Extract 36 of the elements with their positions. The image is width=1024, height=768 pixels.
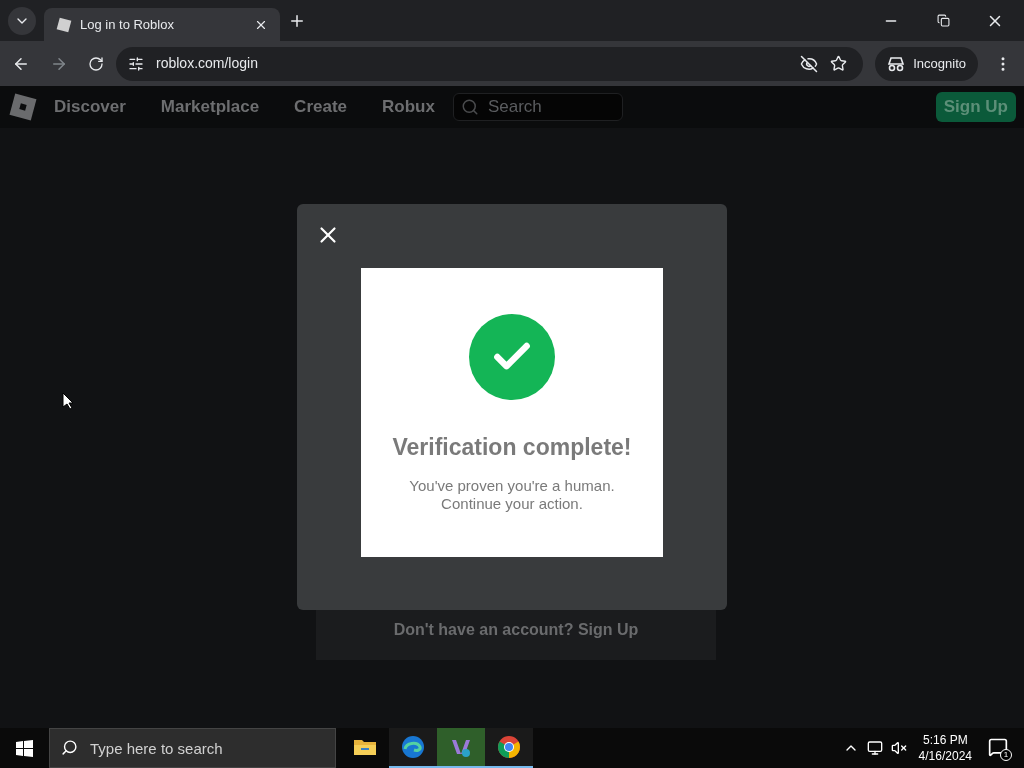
reload-icon[interactable]: [88, 55, 104, 72]
search-icon: [460, 98, 479, 116]
verification-title: Verification complete!: [392, 433, 632, 462]
nav-link[interactable]: Marketplace: [160, 94, 260, 120]
tab-list-button[interactable]: [8, 6, 36, 35]
site-settings-icon[interactable]: [128, 55, 144, 72]
taskbar-app-button[interactable]: [389, 728, 437, 768]
url-text: roblox.com/login: [156, 54, 259, 73]
speaker-muted-icon[interactable]: [890, 740, 907, 756]
folder-icon: [353, 737, 377, 757]
taskbar-app-button[interactable]: [485, 728, 533, 768]
hat-glasses-icon: [887, 55, 906, 72]
verification-message: You've proven you're a human. Continue your action.: [409, 476, 615, 513]
eye-slash-icon[interactable]: [800, 54, 819, 73]
tab-title: Log in to Roblox: [80, 15, 175, 34]
browser-tab[interactable]: Log in to Roblox: [44, 8, 280, 41]
swirl-icon: [401, 735, 425, 759]
clock-date[interactable]: 4/16/2024: [918, 748, 972, 764]
bookmark-star-icon[interactable]: [830, 55, 848, 72]
restore-icon[interactable]: [937, 14, 950, 27]
nav-link[interactable]: Robux: [382, 94, 435, 120]
notification-count: 1: [1000, 749, 1012, 761]
windows-logo-icon[interactable]: [16, 739, 33, 757]
search-field[interactable]: Search: [452, 93, 623, 121]
search-icon: [61, 739, 78, 756]
clock-time[interactable]: 5:16 PM: [922, 732, 968, 748]
monitor-icon[interactable]: [866, 740, 883, 756]
nav-link[interactable]: Create: [294, 94, 348, 120]
sign-up-prompt: Don't have an account? Sign Up: [393, 620, 639, 640]
mouse-pointer-icon: [62, 392, 74, 410]
incognito-button[interactable]: Incognito: [875, 46, 978, 81]
notification-button[interactable]: 1: [988, 737, 1010, 759]
chrome-icon: [497, 735, 521, 759]
address-bar[interactable]: roblox.com/login: [116, 46, 864, 81]
taskbar-search-field[interactable]: Type here to search: [49, 728, 336, 768]
nav-link[interactable]: Discover: [54, 94, 126, 120]
